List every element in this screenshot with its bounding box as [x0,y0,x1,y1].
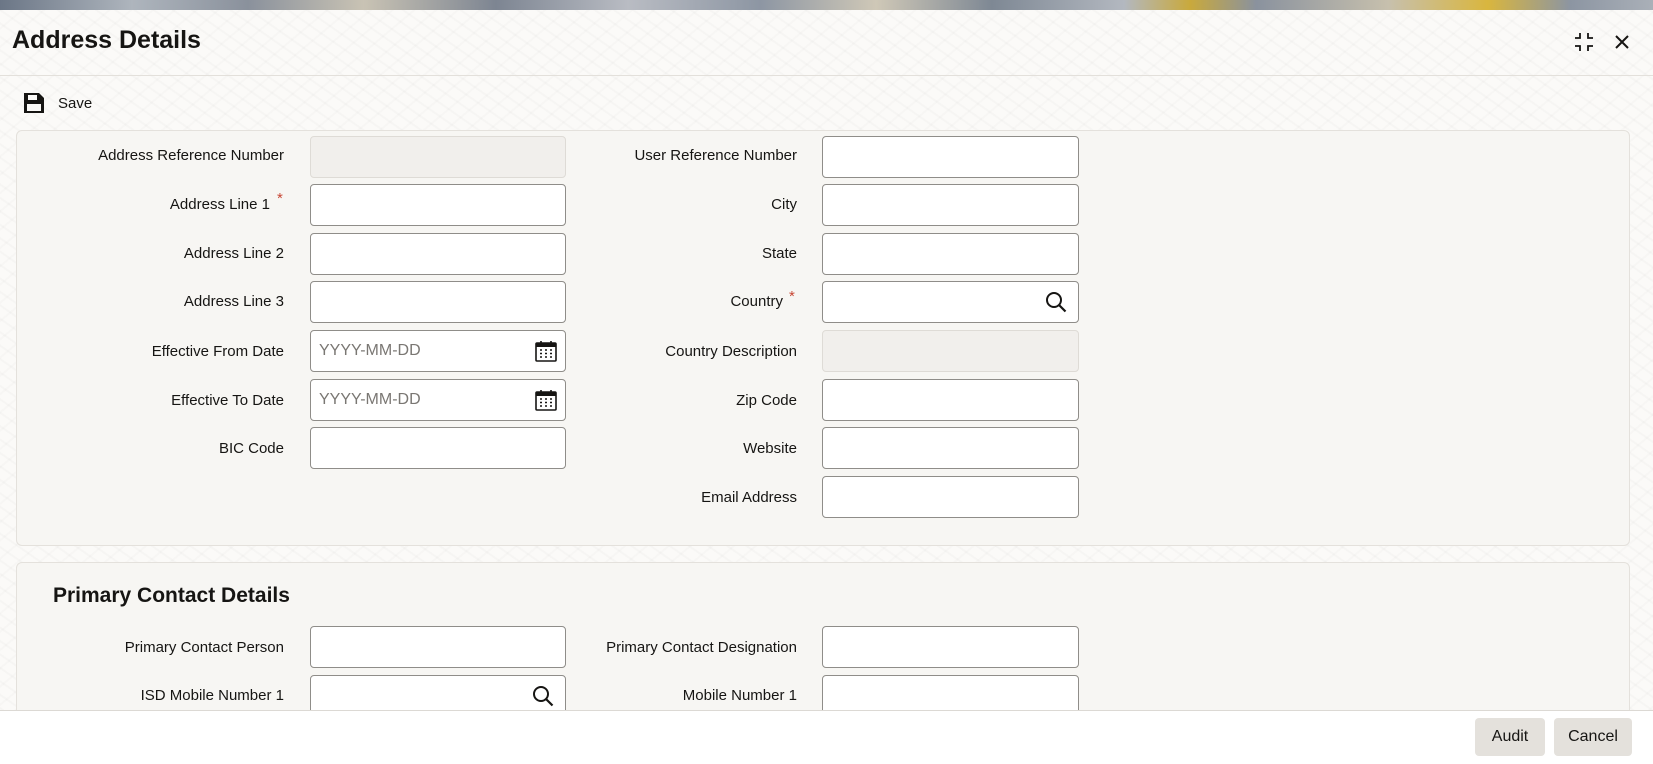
address-reference-number-label: Address Reference Number [98,147,284,164]
maximize-button[interactable] [1570,28,1598,56]
effective-from-date-field[interactable] [310,330,566,372]
address-line-3-field[interactable] [310,281,566,323]
effective-from-date-picker[interactable] [532,337,560,365]
calendar-icon [535,390,557,411]
country-label: Country [730,293,783,310]
bic-code-field[interactable] [310,427,566,469]
primary-contact-person-label: Primary Contact Person [124,639,284,656]
website-field[interactable] [822,427,1079,469]
address-line-3-label: Address Line 3 [183,293,284,310]
address-line-1-label: Address Line 1 [169,196,270,213]
user-reference-number-field[interactable] [822,136,1079,178]
required-indicator: * [277,190,283,207]
bic-code-label: BIC Code [218,440,284,457]
city-field[interactable] [822,184,1079,226]
state-field[interactable] [822,233,1079,275]
primary-contact-designation-label: Primary Contact Designation [606,639,797,656]
isd-mobile-number-1-lookup-button[interactable] [529,682,557,710]
required-indicator: * [789,288,795,305]
save-button[interactable]: Save [22,90,92,116]
maximize-icon [1575,33,1593,51]
mobile-number-1-label: Mobile Number 1 [682,687,797,704]
save-icon [24,93,44,113]
effective-from-date-label: Effective From Date [151,343,284,360]
address-line-1-field[interactable] [310,184,566,226]
website-label: Website [743,440,797,457]
isd-mobile-number-1-label: ISD Mobile Number 1 [140,687,284,704]
country-description-label: Country Description [665,343,797,360]
email-address-field[interactable] [822,476,1079,518]
search-icon [533,686,554,707]
country-lookup-button[interactable] [1042,288,1070,316]
primary-contact-designation-field[interactable] [822,626,1079,668]
zip-code-field[interactable] [822,379,1079,421]
country-field[interactable] [822,281,1079,323]
primary-contact-person-field[interactable] [310,626,566,668]
country-description-field [822,330,1079,372]
close-icon [1615,35,1629,49]
calendar-icon [535,341,557,362]
city-label: City [771,196,797,213]
search-icon [1046,292,1067,313]
address-line-2-label: Address Line 2 [183,245,284,262]
save-button-label: Save [58,94,93,112]
footer-bar [0,710,1653,764]
page-title: Address Details [12,26,201,54]
effective-to-date-label: Effective To Date [171,392,284,409]
header-divider [0,75,1653,76]
user-reference-number-label: User Reference Number [634,147,797,164]
address-line-2-field[interactable] [310,233,566,275]
address-reference-number-field [310,136,566,178]
cancel-button[interactable]: Cancel [1554,718,1632,756]
audit-button[interactable]: Audit [1475,718,1545,756]
primary-contact-section-title: Primary Contact Details [53,584,290,607]
effective-to-date-picker[interactable] [532,386,560,414]
email-address-label: Email Address [701,489,797,506]
state-label: State [761,245,797,262]
zip-code-label: Zip Code [736,392,797,409]
decorative-header-band [0,0,1653,10]
effective-to-date-field[interactable] [310,379,566,421]
close-button[interactable] [1608,28,1636,56]
